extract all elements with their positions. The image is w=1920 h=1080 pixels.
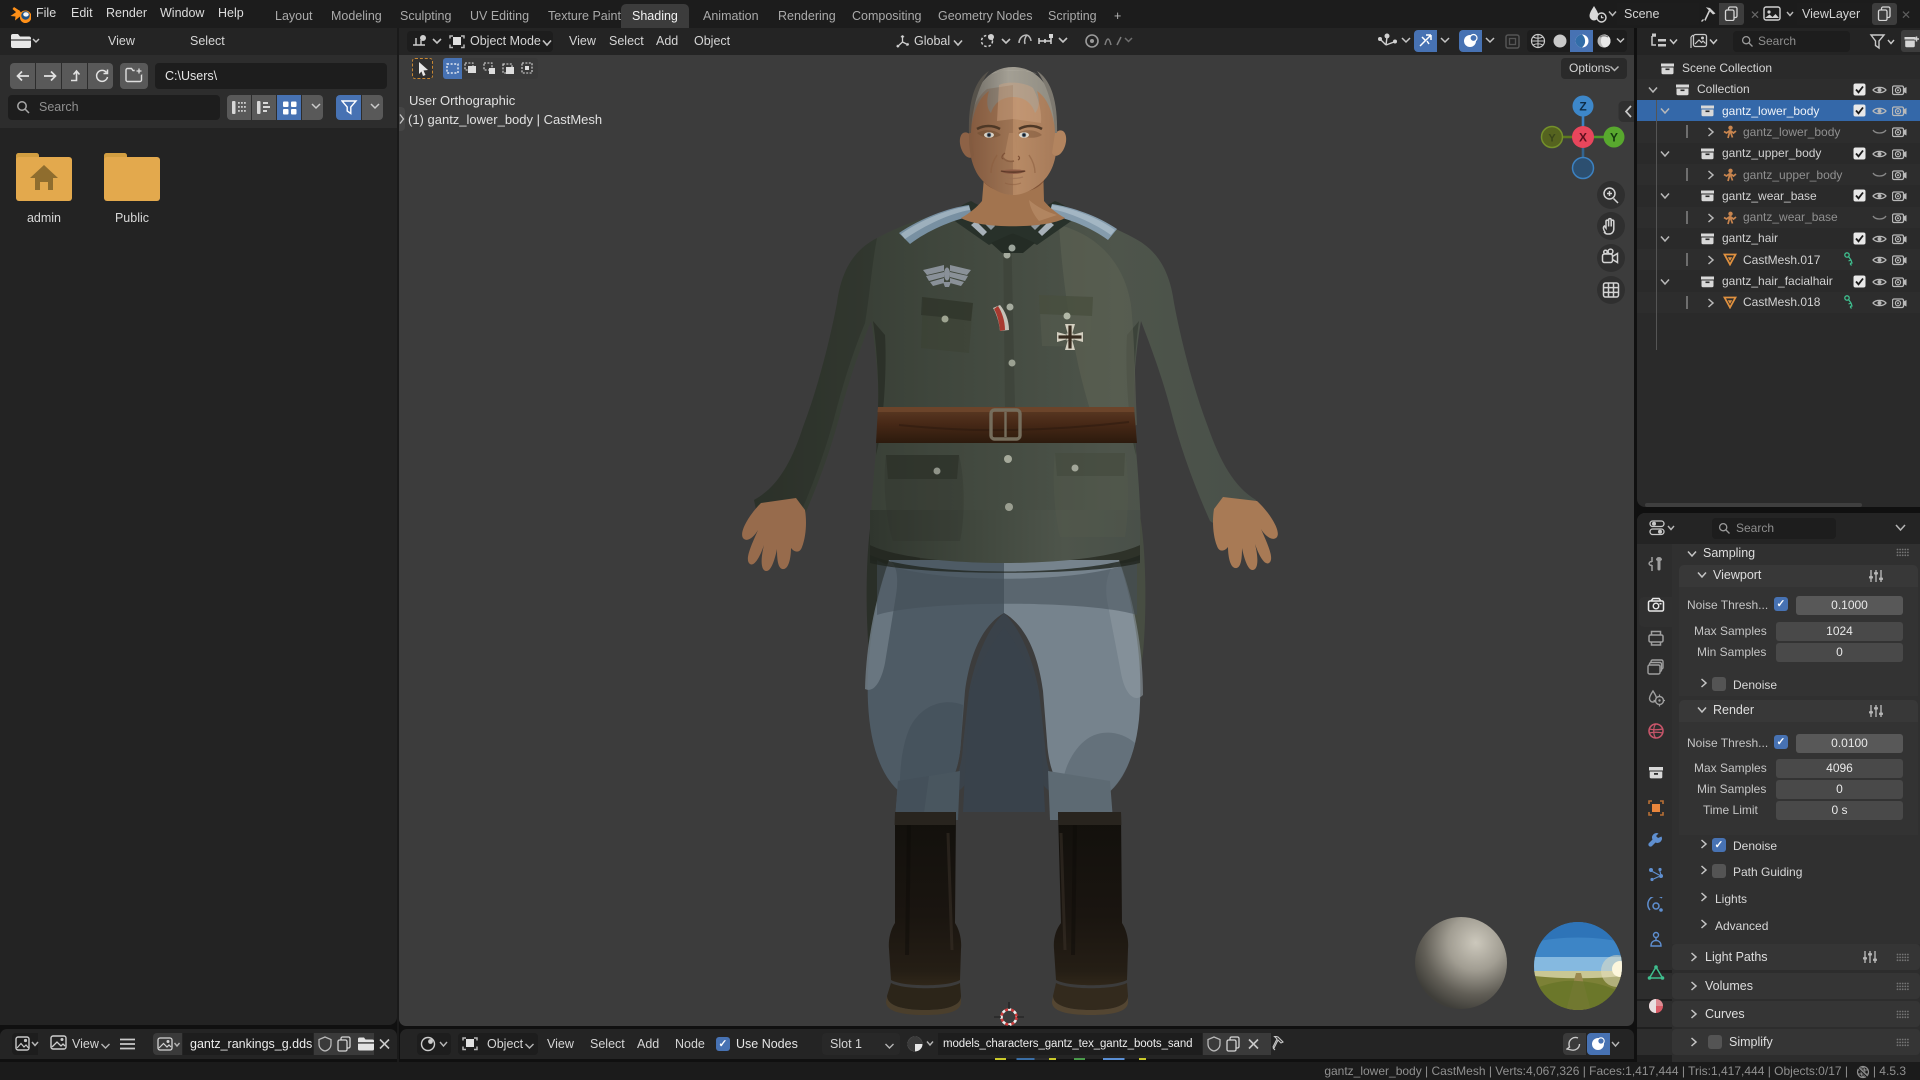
svg-text:Y: Y [1610, 130, 1618, 144]
svg-text:Z: Z [1579, 99, 1586, 113]
svg-text:Y: Y [1548, 132, 1556, 144]
svg-text:X: X [1579, 130, 1587, 144]
